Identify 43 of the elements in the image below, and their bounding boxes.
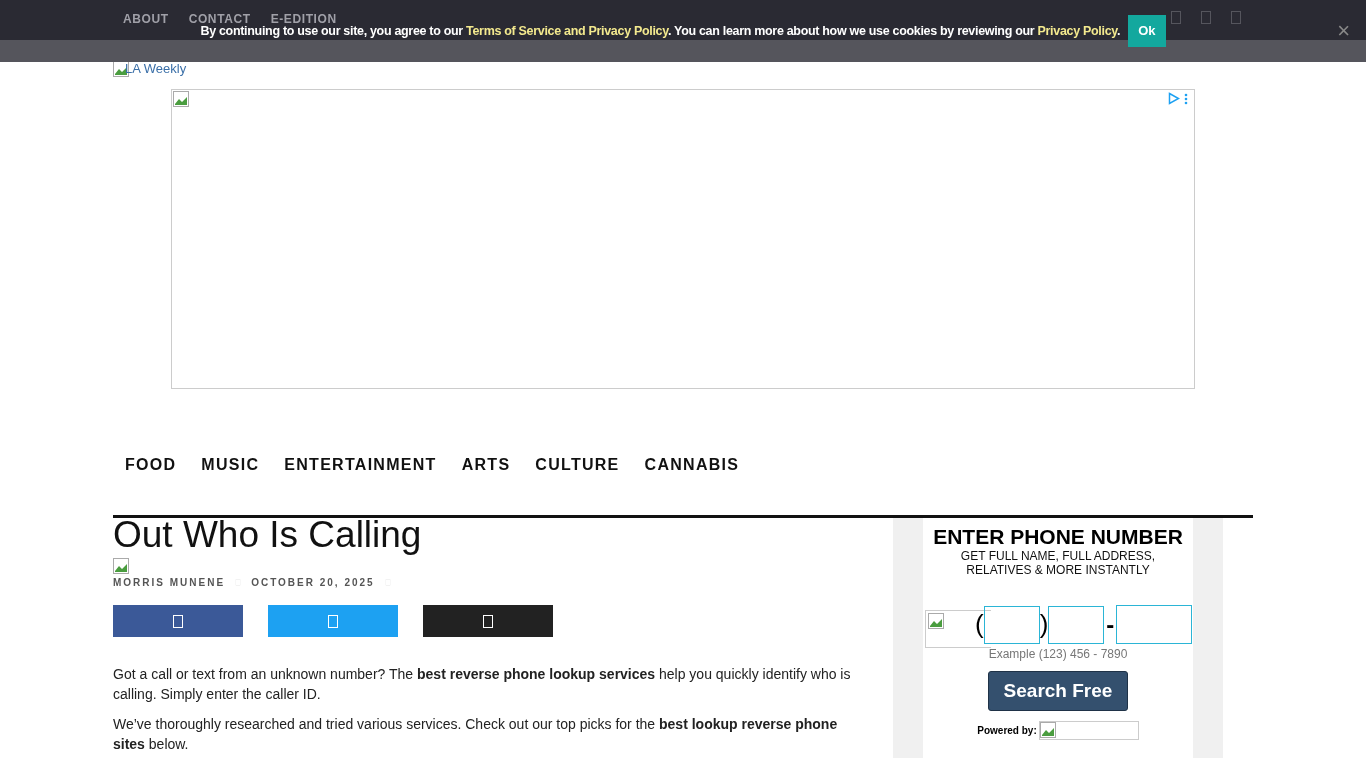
article-title: Out Who Is Calling: [113, 516, 423, 554]
close-button[interactable]: ×: [1337, 20, 1350, 42]
widget-subheading: RELATIVES & MORE INSTANTLY: [966, 563, 1150, 577]
category-link[interactable]: FOOD: [125, 453, 177, 473]
glyph-box-icon: [328, 614, 338, 628]
top-nav-link[interactable]: E-EDITION: [270, 13, 337, 25]
top-nav-link[interactable]: ABOUT: [123, 13, 169, 25]
category-link[interactable]: MUSIC: [201, 453, 260, 473]
powered-by-text: Powered by:: [977, 724, 1037, 738]
logo-alt-text: LA Weekly: [125, 60, 187, 79]
line-number-field[interactable]: [1116, 605, 1193, 644]
example-text: Example (123) 456 - 7890: [988, 646, 1128, 663]
broken-image-icon: [1039, 722, 1056, 738]
play-icon: [1168, 92, 1180, 105]
widget-subheading: GET FULL NAME, FULL ADDRESS,: [960, 549, 1156, 563]
policy-link[interactable]: Terms of Service and Privacy Policy: [466, 24, 668, 38]
dash-text: -: [1106, 609, 1115, 640]
post-date: OCTOBER 20, 2025: [251, 576, 375, 590]
top-nav-link[interactable]: CONTACT: [188, 13, 251, 25]
category-link[interactable]: ENTERTAINMENT: [284, 453, 437, 473]
article-paragraph: Got a call or text from an unknown number? The best reverse phone lookup services help you quickly identify who is calling. Simply enter the caller ID.: [113, 665, 852, 704]
glyph-box-icon: [1171, 11, 1181, 24]
broken-image-icon: [113, 558, 129, 574]
broken-image-icon: [173, 91, 189, 107]
category-link[interactable]: CULTURE: [535, 453, 620, 473]
category-link[interactable]: CANNABIS: [644, 453, 740, 473]
paren-text: ): [1039, 608, 1049, 641]
paren-text: (: [975, 608, 984, 641]
cookie-notice: By continuing to use our site, you agree to our Terms of Service and Privacy Policy. You can learn more about how we use cookies by reviewing our Privacy Policy.: [200, 23, 1121, 40]
policy-link[interactable]: Privacy Policy: [1037, 24, 1117, 38]
search-free-button[interactable]: Search Free: [988, 671, 1128, 711]
glyph-box-icon: [1231, 11, 1241, 24]
glyph-box-icon: [173, 614, 183, 628]
glyph-box-icon: [1201, 11, 1211, 24]
more-icon: [1184, 93, 1188, 105]
widget-heading: ENTER PHONE NUMBER: [933, 525, 1183, 549]
prefix-field[interactable]: [1048, 605, 1105, 644]
broken-image-icon: [928, 613, 944, 629]
area-code-field[interactable]: [983, 605, 1040, 644]
glyph-box-icon: [483, 614, 493, 628]
category-link[interactable]: ARTS: [461, 453, 511, 473]
author-name: MORRIS MUNENE: [113, 576, 226, 590]
article-paragraph: We’ve thoroughly researched and tried various services. Check out our top picks for the best lookup reverse phone sites below.: [113, 715, 839, 754]
